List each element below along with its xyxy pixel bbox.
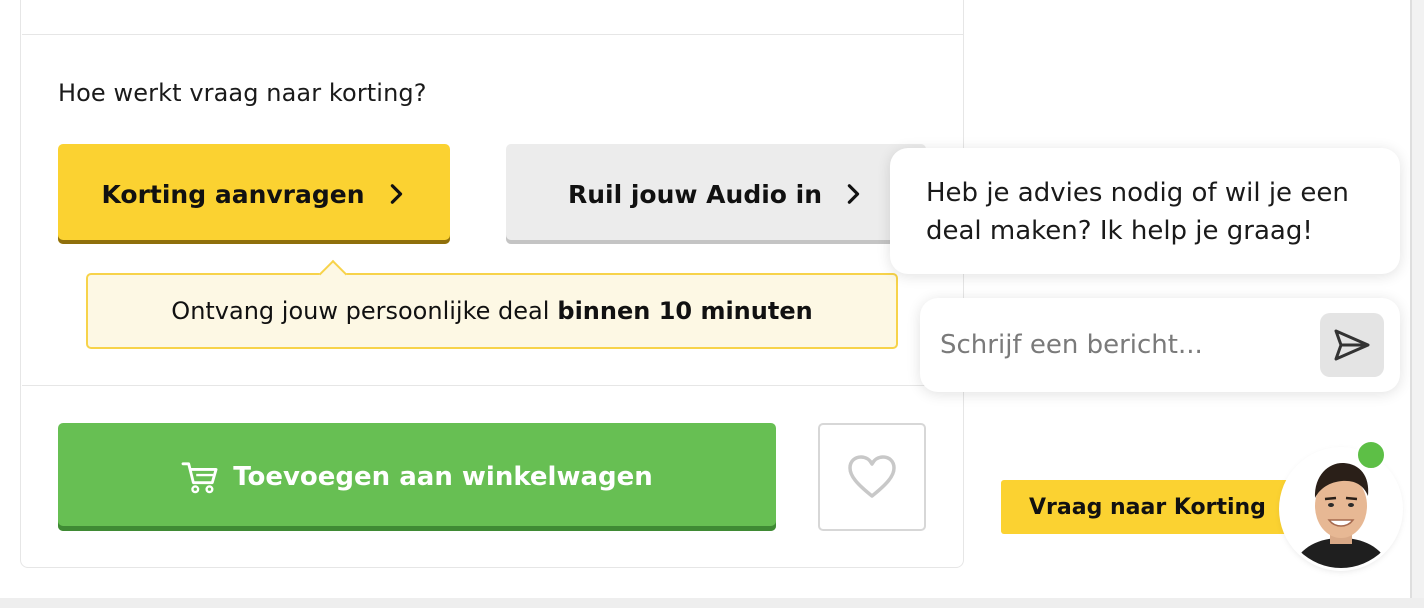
trade-in-label: Ruil jouw Audio in xyxy=(567,179,823,209)
divider xyxy=(22,34,963,35)
deal-emphasis: binnen 10 minuten xyxy=(557,297,813,325)
trade-in-button[interactable]: Ruil jouw Audio in xyxy=(506,144,926,244)
tooltip-notch xyxy=(318,259,348,289)
request-discount-button[interactable]: Korting aanvragen xyxy=(58,144,450,244)
ask-discount-label: Vraag naar Korting xyxy=(1029,494,1266,520)
agent-avatar[interactable] xyxy=(1282,450,1400,568)
chevron-right-icon xyxy=(847,184,860,204)
window-edge xyxy=(1410,0,1424,608)
ask-discount-launcher-button[interactable]: Vraag naar Korting xyxy=(1001,480,1297,534)
divider xyxy=(22,385,963,386)
product-action-card: Hoe werkt vraag naar korting? Korting aa… xyxy=(20,0,964,568)
chat-message-input[interactable] xyxy=(940,320,1310,370)
window-edge-line xyxy=(1410,0,1412,600)
request-discount-label: Korting aanvragen xyxy=(101,179,365,209)
online-status-indicator xyxy=(1355,439,1387,471)
favorite-button[interactable] xyxy=(818,423,926,531)
add-to-cart-label: Toevoegen aan winkelwagen xyxy=(233,462,653,492)
page: Hoe werkt vraag naar korting? Korting aa… xyxy=(0,0,1424,608)
shopping-cart-icon xyxy=(181,462,218,494)
chat-message-bubble: Heb je advies nodig of wil je een deal m… xyxy=(890,148,1400,274)
send-icon xyxy=(1334,329,1370,361)
add-to-cart-button[interactable]: Toevoegen aan winkelwagen xyxy=(58,423,776,531)
send-message-button[interactable] xyxy=(1320,313,1384,377)
agent-photo xyxy=(1282,450,1400,568)
deal-text: Ontvang jouw persoonlijke deal xyxy=(171,297,550,325)
discount-question-heading: Hoe werkt vraag naar korting? xyxy=(58,79,427,107)
window-bottom-edge xyxy=(0,598,1424,608)
chat-message-text: Heb je advies nodig of wil je een deal m… xyxy=(926,178,1349,246)
deal-info-box: Ontvang jouw persoonlijke deal binnen 10… xyxy=(86,259,898,349)
chevron-right-icon xyxy=(390,184,402,204)
heart-icon xyxy=(848,455,896,498)
chat-input-container xyxy=(920,298,1400,392)
